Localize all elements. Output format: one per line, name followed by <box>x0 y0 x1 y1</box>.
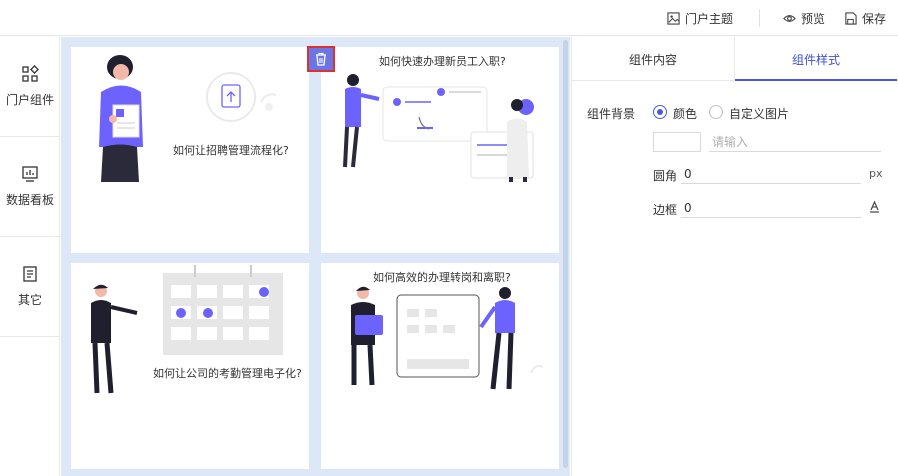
border-style-icon[interactable] <box>868 200 881 213</box>
rail-item-label: 数据看板 <box>5 193 54 207</box>
toolbar-divider <box>759 9 760 27</box>
rail-item-other[interactable]: 其它 <box>0 237 60 337</box>
transfer-illustration <box>351 286 544 390</box>
document-list-icon <box>23 266 37 282</box>
border-input[interactable] <box>681 198 861 218</box>
card-question: 如何高效的办理转岗和离职? <box>373 271 511 284</box>
save-disk-icon <box>845 11 857 25</box>
trash-icon <box>316 52 326 66</box>
bg-image-option-label: 自定义图片 <box>729 107 790 121</box>
tab-component-content[interactable]: 组件内容 <box>572 37 734 81</box>
preview-label: 预览 <box>801 11 826 26</box>
portal-theme-label: 门户主题 <box>685 11 734 26</box>
bg-image-radio[interactable] <box>709 105 723 119</box>
save-button[interactable]: 保存 <box>844 0 886 36</box>
tab-component-style[interactable]: 组件样式 <box>735 37 897 81</box>
onboarding-illustration <box>343 74 534 182</box>
save-label: 保存 <box>862 11 887 26</box>
component-grid-icon <box>22 65 39 82</box>
bg-color-option-label: 颜色 <box>673 107 698 121</box>
left-rail: 门户组件 数据看板 其它 <box>0 37 60 476</box>
properties-panel: 组件内容 组件样式 组件背景 颜色 自定义图片 圆角 px 边框 <box>571 37 898 476</box>
portal-card-onboarding[interactable]: 如何快速办理新员工入职? <box>321 47 559 253</box>
card-question: 如何快速办理新员工入职? <box>379 55 506 68</box>
portal-card-transfer[interactable]: 如何高效的办理转岗和离职? <box>321 263 559 469</box>
preview-button[interactable]: 预览 <box>783 0 825 36</box>
portal-card-attendance[interactable]: 如何让公司的考勤管理电子化? <box>71 263 309 469</box>
rail-item-label: 门户组件 <box>5 93 54 107</box>
radius-unit: px <box>869 167 883 180</box>
canvas-scrollbar-thumb[interactable] <box>563 40 568 468</box>
rail-item-data-dashboard[interactable]: 数据看板 <box>0 137 60 237</box>
rail-item-portal-components[interactable]: 门户组件 <box>0 37 60 137</box>
bg-color-radio[interactable] <box>653 105 667 119</box>
border-label: 边框 <box>653 203 678 217</box>
color-swatch[interactable] <box>653 132 701 152</box>
delete-component-button[interactable] <box>307 46 335 72</box>
portal-card-recruitment[interactable]: 如何让招聘管理流程化? <box>71 47 309 253</box>
active-tab-indicator <box>735 79 897 81</box>
rail-item-label: 其它 <box>17 293 42 307</box>
portal-theme-button[interactable]: 门户主题 <box>667 0 733 36</box>
preview-eye-icon <box>783 14 796 22</box>
card-question: 如何让招聘管理流程化? <box>173 144 289 157</box>
radius-input[interactable] <box>681 164 861 184</box>
dashboard-monitor-icon <box>22 166 38 182</box>
background-label: 组件背景 <box>587 107 636 121</box>
design-canvas: 如何让招聘管理流程化? 如何快速办理新员工入职? 如何让公司的考勤管理电子化? … <box>61 37 570 476</box>
card-question: 如何让公司的考勤管理电子化? <box>153 367 302 380</box>
panel-tabs: 组件内容 组件样式 <box>572 37 898 81</box>
radius-label: 圆角 <box>653 169 678 183</box>
color-value-input[interactable] <box>709 132 881 152</box>
theme-image-icon <box>667 11 680 25</box>
top-toolbar: 门户主题 预览 保存 <box>0 0 898 36</box>
